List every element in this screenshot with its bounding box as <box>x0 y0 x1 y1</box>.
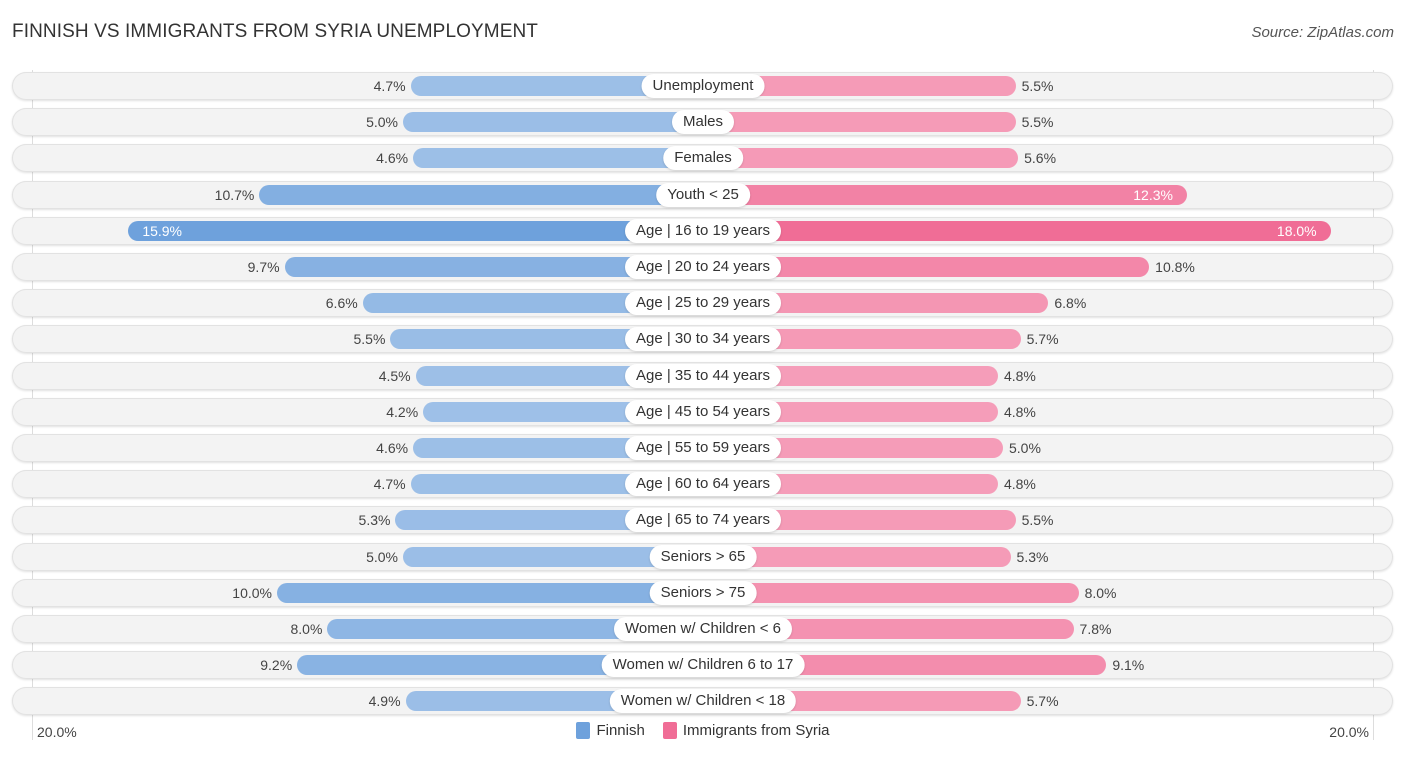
category-label: Age | 20 to 24 years <box>625 255 781 279</box>
category-label: Women w/ Children 6 to 17 <box>601 653 805 678</box>
legend-swatch-finnish <box>576 722 591 739</box>
category-label: Age | 65 to 74 years <box>625 508 781 533</box>
value-label-finnish: 4.9% <box>368 693 401 710</box>
category-label: Age | 30 to 34 years <box>625 327 781 352</box>
value-label-syria: 10.8% <box>1155 259 1195 275</box>
value-label-syria: 8.0% <box>1084 584 1117 601</box>
value-label-syria: 4.8% <box>1003 367 1036 384</box>
value-label-syria: 6.8% <box>1054 295 1087 312</box>
category-label: Females <box>663 146 743 171</box>
bar-syria[interactable] <box>703 148 1019 169</box>
value-label-finnish: 6.6% <box>325 295 358 312</box>
value-label-finnish: 5.3% <box>358 512 391 529</box>
value-label-finnish: 4.5% <box>378 367 411 384</box>
bar-syria[interactable] <box>703 582 1079 603</box>
value-label-finnish: 4.6% <box>376 150 409 167</box>
bar-finnish[interactable] <box>413 148 703 169</box>
category-label: Age | 16 to 19 years <box>625 218 781 243</box>
value-label-syria: 12.3% <box>1133 186 1173 203</box>
category-label: Age | 35 to 44 years <box>625 363 781 388</box>
legend: Finnish Immigrants from Syria <box>0 722 1406 739</box>
value-label-syria: 18.0% <box>1276 222 1317 239</box>
bar-syria[interactable] <box>703 220 1331 241</box>
value-label-syria: 5.0% <box>1009 440 1041 456</box>
source-label: Source: ZipAtlas.com <box>1251 24 1394 41</box>
value-label-finnish: 5.5% <box>353 331 386 348</box>
category-label: Women w/ Children < 6 <box>613 617 793 641</box>
category-label: Age | 55 to 59 years <box>625 436 781 460</box>
bar-finnish[interactable] <box>403 112 703 133</box>
value-label-finnish: 4.7% <box>373 78 406 94</box>
value-label-syria: 5.5% <box>1021 512 1054 529</box>
value-label-finnish: 10.0% <box>232 584 272 601</box>
category-label: Seniors > 65 <box>649 544 757 569</box>
bar-syria[interactable] <box>703 184 1187 205</box>
bar-finnish[interactable] <box>277 582 703 603</box>
chart-title: FINNISH VS IMMIGRANTS FROM SYRIA UNEMPLO… <box>12 21 538 42</box>
value-label-syria: 4.8% <box>1003 403 1036 420</box>
value-label-finnish: 5.0% <box>366 548 398 565</box>
value-label-finnish: 4.6% <box>376 440 409 456</box>
bar-finnish[interactable] <box>128 220 703 241</box>
value-label-finnish: 15.9% <box>142 222 183 239</box>
value-label-finnish: 4.7% <box>373 476 406 493</box>
value-label-syria: 9.1% <box>1112 657 1145 674</box>
category-label: Women w/ Children < 18 <box>609 689 797 714</box>
value-label-finnish: 9.2% <box>260 657 293 674</box>
value-label-finnish: 8.0% <box>290 621 323 637</box>
value-label-syria: 5.6% <box>1024 150 1057 167</box>
legend-label-finnish: Finnish <box>596 722 645 739</box>
category-label: Males <box>671 110 735 135</box>
legend-label-syria: Immigrants from Syria <box>682 722 830 739</box>
value-label-syria: 5.5% <box>1021 78 1054 94</box>
value-label-syria: 5.7% <box>1026 693 1059 710</box>
category-label: Youth < 25 <box>656 182 750 207</box>
category-label: Age | 25 to 29 years <box>625 291 781 316</box>
legend-item-syria[interactable]: Immigrants from Syria <box>662 722 830 739</box>
value-label-finnish: 4.2% <box>386 403 419 420</box>
value-label-syria: 5.5% <box>1021 114 1054 131</box>
value-label-syria: 4.8% <box>1003 476 1036 493</box>
category-label: Seniors > 75 <box>649 580 757 605</box>
value-label-syria: 7.8% <box>1079 621 1112 637</box>
value-label-finnish: 5.0% <box>366 114 398 131</box>
value-label-finnish: 10.7% <box>214 186 255 203</box>
category-label: Age | 60 to 64 years <box>625 472 781 497</box>
value-label-finnish: 9.7% <box>247 259 280 275</box>
category-label: Unemployment <box>641 74 765 98</box>
category-label: Age | 45 to 54 years <box>625 399 781 424</box>
bar-finnish[interactable] <box>259 184 703 205</box>
legend-item-finnish[interactable]: Finnish <box>576 722 645 739</box>
bar-syria[interactable] <box>703 112 1016 133</box>
legend-swatch-syria <box>662 722 677 739</box>
value-label-syria: 5.3% <box>1016 548 1049 565</box>
value-label-syria: 5.7% <box>1026 331 1059 348</box>
